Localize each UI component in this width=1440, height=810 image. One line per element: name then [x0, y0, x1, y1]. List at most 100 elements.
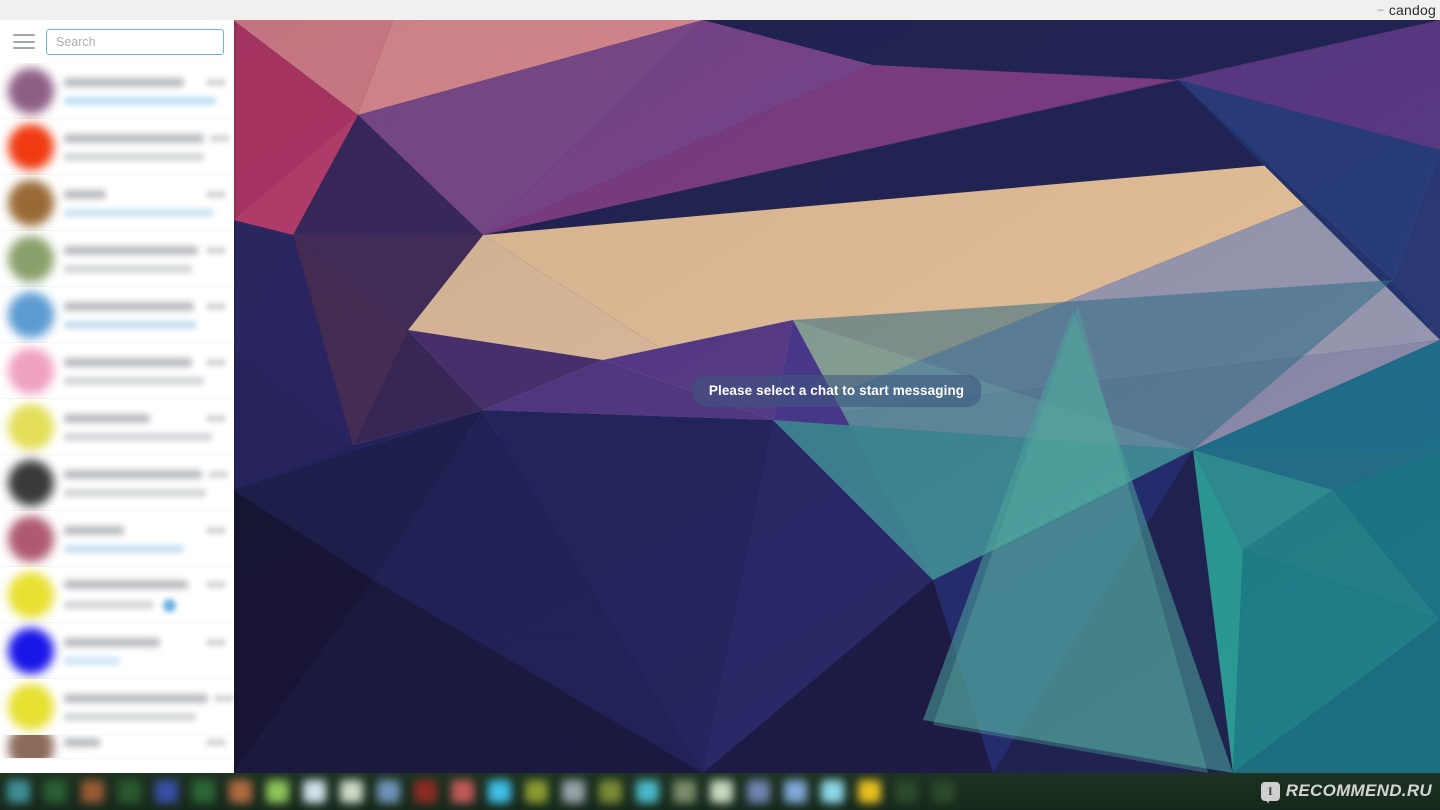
- chat-list-item[interactable]: [0, 511, 234, 567]
- hamburger-menu-icon[interactable]: [13, 34, 35, 49]
- chat-item-preview: [64, 489, 206, 497]
- telegram-window: Please select a chat to start messaging …: [0, 20, 1440, 773]
- taskbar-app-icon: [451, 780, 474, 803]
- chat-list-item[interactable]: [0, 455, 234, 511]
- taskbar-item[interactable]: [74, 773, 111, 810]
- taskbar-item[interactable]: [37, 773, 74, 810]
- chat-item-name: [64, 738, 100, 747]
- taskbar-app-icon: [784, 780, 807, 803]
- chat-item-body: [64, 578, 226, 612]
- chat-list-sidebar[interactable]: Search: [0, 20, 234, 773]
- chat-item-timestamp: [206, 415, 226, 422]
- sidebar-header: Search: [0, 20, 234, 63]
- taskbar-item[interactable]: [296, 773, 333, 810]
- taskbar-item[interactable]: [851, 773, 888, 810]
- taskbar-app-icon: [414, 780, 437, 803]
- chat-item-name: [64, 302, 194, 311]
- taskbar-app-icon: [155, 780, 178, 803]
- chat-list[interactable]: [0, 63, 234, 759]
- chat-item-body: [64, 468, 228, 497]
- screenshot-root: – candog Please select a chat to start m…: [0, 0, 1440, 810]
- chat-list-item[interactable]: [0, 287, 234, 343]
- chat-item-body: [64, 692, 234, 721]
- taskbar-item[interactable]: [740, 773, 777, 810]
- taskbar-app-icon: [895, 780, 918, 803]
- taskbar-item[interactable]: [222, 773, 259, 810]
- taskbar-item[interactable]: [629, 773, 666, 810]
- chat-item-timestamp: [206, 639, 226, 646]
- chat-item-body: [64, 244, 226, 273]
- taskbar-item[interactable]: [111, 773, 148, 810]
- avatar: [8, 683, 54, 730]
- chat-list-item[interactable]: [0, 175, 234, 231]
- taskbar-app-icon: [747, 780, 770, 803]
- chat-item-name: [64, 694, 208, 703]
- taskbar-item[interactable]: [518, 773, 555, 810]
- chat-item-preview: [64, 545, 184, 553]
- taskbar-app-icon: [377, 780, 400, 803]
- chat-list-item[interactable]: [0, 623, 234, 679]
- chat-list-item[interactable]: [0, 679, 234, 735]
- taskbar-item[interactable]: [777, 773, 814, 810]
- taskbar-item[interactable]: [444, 773, 481, 810]
- taskbar-item[interactable]: [185, 773, 222, 810]
- chat-item-preview: [64, 657, 120, 665]
- taskbar-item[interactable]: [555, 773, 592, 810]
- chat-item-timestamp: [206, 303, 226, 310]
- chat-item-name: [64, 358, 192, 367]
- taskbar-app-icon: [266, 780, 289, 803]
- taskbar-item[interactable]: [148, 773, 185, 810]
- taskbar-app-icon: [932, 780, 955, 803]
- chat-list-item[interactable]: [0, 63, 234, 119]
- chat-item-body: [64, 412, 226, 441]
- chat-item-name: [64, 470, 202, 479]
- chat-item-preview: [64, 321, 197, 329]
- avatar: [8, 123, 54, 170]
- desktop-top-bar: – candog: [0, 0, 1440, 20]
- taskbar-item[interactable]: [703, 773, 740, 810]
- chat-list-item[interactable]: [0, 567, 234, 623]
- desktop-taskbar[interactable]: [0, 773, 1440, 810]
- taskbar-item[interactable]: [370, 773, 407, 810]
- taskbar-item[interactable]: [259, 773, 296, 810]
- chat-item-body: [64, 736, 226, 757]
- chat-item-preview: [64, 601, 154, 609]
- taskbar-item[interactable]: [888, 773, 925, 810]
- chat-item-name: [64, 134, 204, 143]
- chat-item-body: [64, 524, 226, 553]
- taskbar-item[interactable]: [814, 773, 851, 810]
- chat-list-item[interactable]: [0, 343, 234, 399]
- chat-pane[interactable]: Please select a chat to start messaging: [233, 20, 1440, 773]
- chat-item-timestamp: [206, 527, 226, 534]
- avatar: [8, 459, 54, 506]
- taskbar-item[interactable]: [481, 773, 518, 810]
- chat-item-name: [64, 246, 198, 255]
- taskbar-item[interactable]: [333, 773, 370, 810]
- avatar: [8, 515, 54, 562]
- taskbar-item[interactable]: [925, 773, 962, 810]
- window-title: candog: [1388, 2, 1436, 18]
- chat-item-body: [64, 356, 226, 385]
- watermark-text: RECOMMEND.RU: [1285, 781, 1432, 800]
- chat-item-preview: [64, 265, 192, 273]
- chat-item-body: [64, 76, 226, 105]
- taskbar-item[interactable]: [666, 773, 703, 810]
- chat-list-item[interactable]: [0, 735, 234, 759]
- avatar: [8, 735, 54, 758]
- taskbar-app-icon: [44, 780, 67, 803]
- taskbar-app-icon: [673, 780, 696, 803]
- chat-list-item[interactable]: [0, 231, 234, 287]
- taskbar-app-icon: [7, 780, 30, 803]
- chat-item-name: [64, 414, 150, 423]
- taskbar-item[interactable]: [407, 773, 444, 810]
- chat-item-name: [64, 190, 106, 199]
- search-input[interactable]: Search: [46, 28, 224, 55]
- chat-list-item[interactable]: [0, 399, 234, 455]
- avatar: [8, 347, 54, 394]
- taskbar-app-icon: [525, 780, 548, 803]
- taskbar-item[interactable]: [0, 773, 37, 810]
- avatar: [8, 179, 54, 226]
- minimize-glyph[interactable]: –: [1378, 4, 1384, 16]
- taskbar-item[interactable]: [592, 773, 629, 810]
- chat-list-item[interactable]: [0, 119, 234, 175]
